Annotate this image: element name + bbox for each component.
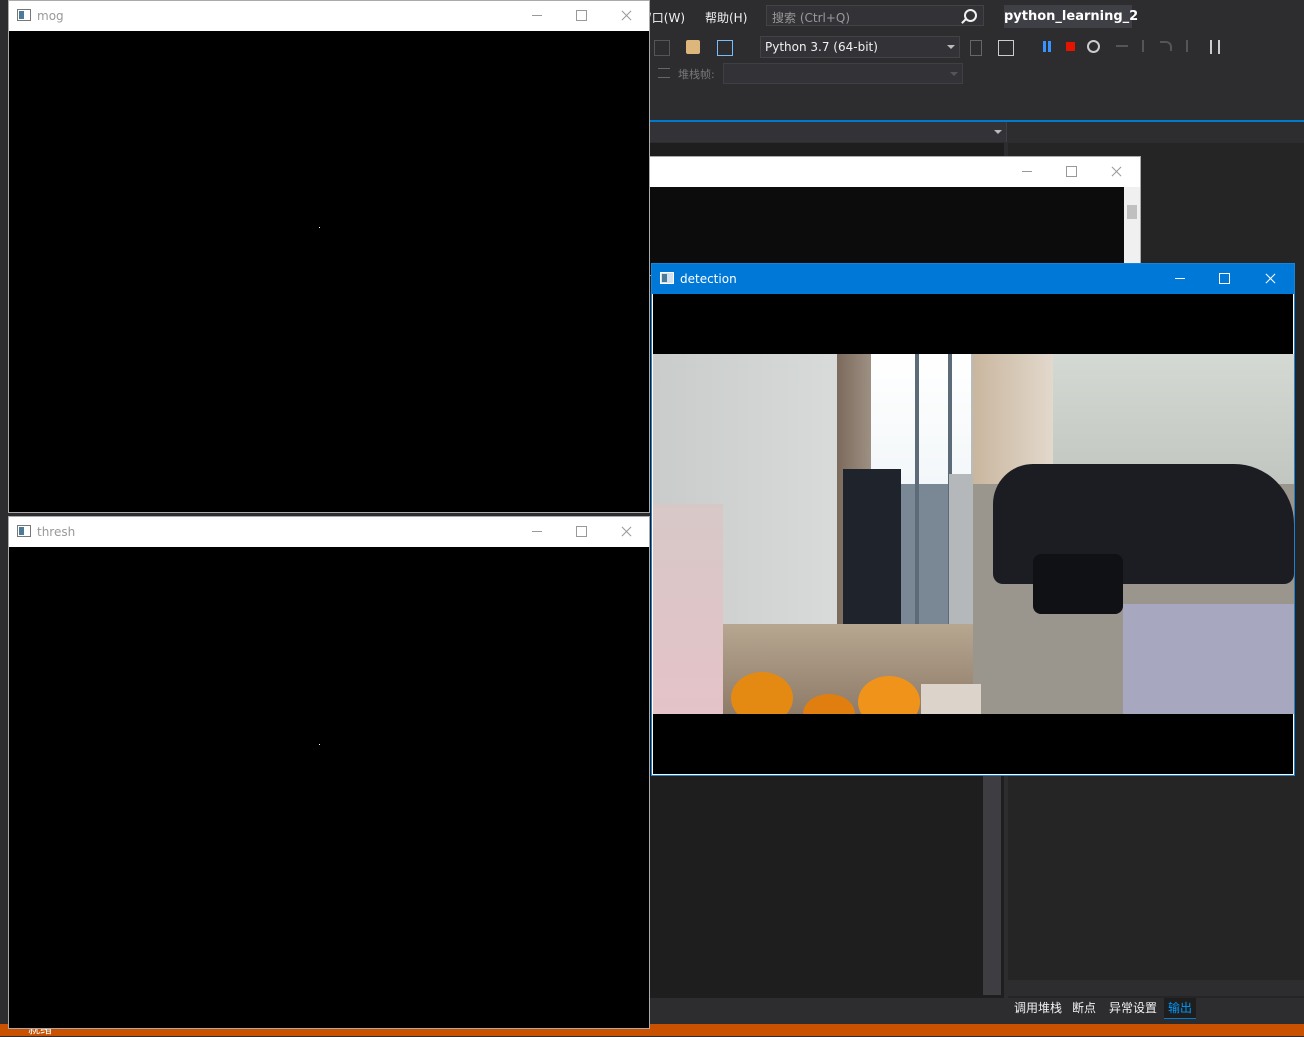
hex-display-icon[interactable] xyxy=(1210,40,1220,54)
window-app-icon xyxy=(17,525,31,537)
thresh-titlebar[interactable]: thresh xyxy=(9,517,649,547)
thresh-title: thresh xyxy=(37,525,76,539)
minimize-icon[interactable] xyxy=(514,1,559,31)
pause-icon[interactable] xyxy=(1043,41,1046,52)
tab-breakpoints[interactable]: 断点 xyxy=(1068,998,1100,1018)
foreground-pixel xyxy=(319,744,320,745)
minimize-icon[interactable] xyxy=(1157,264,1202,294)
maximize-icon[interactable] xyxy=(559,1,604,31)
detection-title: detection xyxy=(680,272,737,286)
background-window-titlebar[interactable] xyxy=(650,157,1140,187)
mog-window[interactable]: mog xyxy=(8,0,650,513)
menu-window[interactable]: 窗口(W) xyxy=(648,9,685,26)
step-over-icon[interactable] xyxy=(1160,41,1172,51)
vertical-scrollbar[interactable] xyxy=(1124,187,1140,275)
thresh-window[interactable]: thresh xyxy=(8,516,650,1029)
search-input[interactable]: 搜索 (Ctrl+Q) xyxy=(766,5,984,26)
bottom-tool-tabs: 调用堆栈 断点 异常设置 输出 xyxy=(1008,998,1304,1020)
restart-icon[interactable] xyxy=(1087,40,1100,53)
open-folder-icon[interactable] xyxy=(686,40,700,54)
detection-frame xyxy=(653,294,1294,774)
camera-image xyxy=(653,354,1294,714)
search-icon[interactable] xyxy=(964,9,977,22)
python-environment-select[interactable]: Python 3.7 (64-bit) xyxy=(760,36,960,58)
close-icon[interactable] xyxy=(604,517,649,547)
detection-window[interactable]: detection xyxy=(651,263,1295,776)
mog-title: mog xyxy=(37,9,64,23)
chevron-down-icon xyxy=(994,130,1002,134)
maximize-icon[interactable] xyxy=(1049,157,1094,187)
scrollbar-thumb[interactable] xyxy=(1127,205,1137,219)
chevron-down-icon xyxy=(947,45,955,49)
maximize-icon[interactable] xyxy=(559,517,604,547)
search-placeholder: 搜索 (Ctrl+Q) xyxy=(772,11,851,25)
toolbar-dropdown-icon[interactable] xyxy=(654,40,670,56)
menu-help[interactable]: 帮助(H) xyxy=(705,9,747,26)
window-app-icon xyxy=(660,272,674,284)
branch-icon[interactable] xyxy=(970,40,982,56)
layout-icon[interactable] xyxy=(998,40,1014,56)
environment-icon[interactable] xyxy=(717,40,733,56)
editor-vertical-scrollbar[interactable] xyxy=(983,775,1001,995)
maximize-icon[interactable] xyxy=(1202,264,1247,294)
tab-output[interactable]: 输出 xyxy=(1164,998,1197,1019)
stack-frame-select[interactable] xyxy=(723,63,963,84)
foreground-pixel xyxy=(319,227,320,228)
detection-titlebar[interactable]: detection xyxy=(652,264,1294,294)
mog-image xyxy=(9,31,649,512)
project-title: python_learning_2 xyxy=(1004,5,1138,28)
tab-call-stack[interactable]: 调用堆栈 xyxy=(1010,998,1066,1018)
tab-exception-settings[interactable]: 异常设置 xyxy=(1105,998,1161,1018)
close-icon[interactable] xyxy=(1248,264,1293,294)
thresh-image xyxy=(9,547,649,1028)
menu-window-label: 窗口(W) xyxy=(648,11,685,25)
minimize-icon[interactable] xyxy=(1004,157,1049,187)
debug-toolbar xyxy=(650,34,1304,60)
window-app-icon xyxy=(17,9,31,21)
show-next-statement-icon[interactable] xyxy=(1116,45,1128,47)
stop-icon[interactable] xyxy=(1066,42,1075,51)
python-environment-value: Python 3.7 (64-bit) xyxy=(765,40,878,54)
output-horizontal-scrollbar[interactable] xyxy=(1008,980,1304,996)
background-window[interactable] xyxy=(650,156,1141,276)
chevron-down-icon xyxy=(950,72,958,76)
close-icon[interactable] xyxy=(604,1,649,31)
step-out-icon[interactable] xyxy=(1186,40,1188,52)
close-icon[interactable] xyxy=(1094,157,1139,187)
mog-titlebar[interactable]: mog xyxy=(9,1,649,31)
step-into-icon[interactable] xyxy=(1142,40,1144,52)
minimize-icon[interactable] xyxy=(514,517,559,547)
navigation-bar[interactable] xyxy=(650,122,1007,142)
background-window-body xyxy=(650,187,1140,275)
stack-frame-icon xyxy=(658,68,670,78)
stack-frame-label: 堆栈帧: xyxy=(678,68,715,81)
